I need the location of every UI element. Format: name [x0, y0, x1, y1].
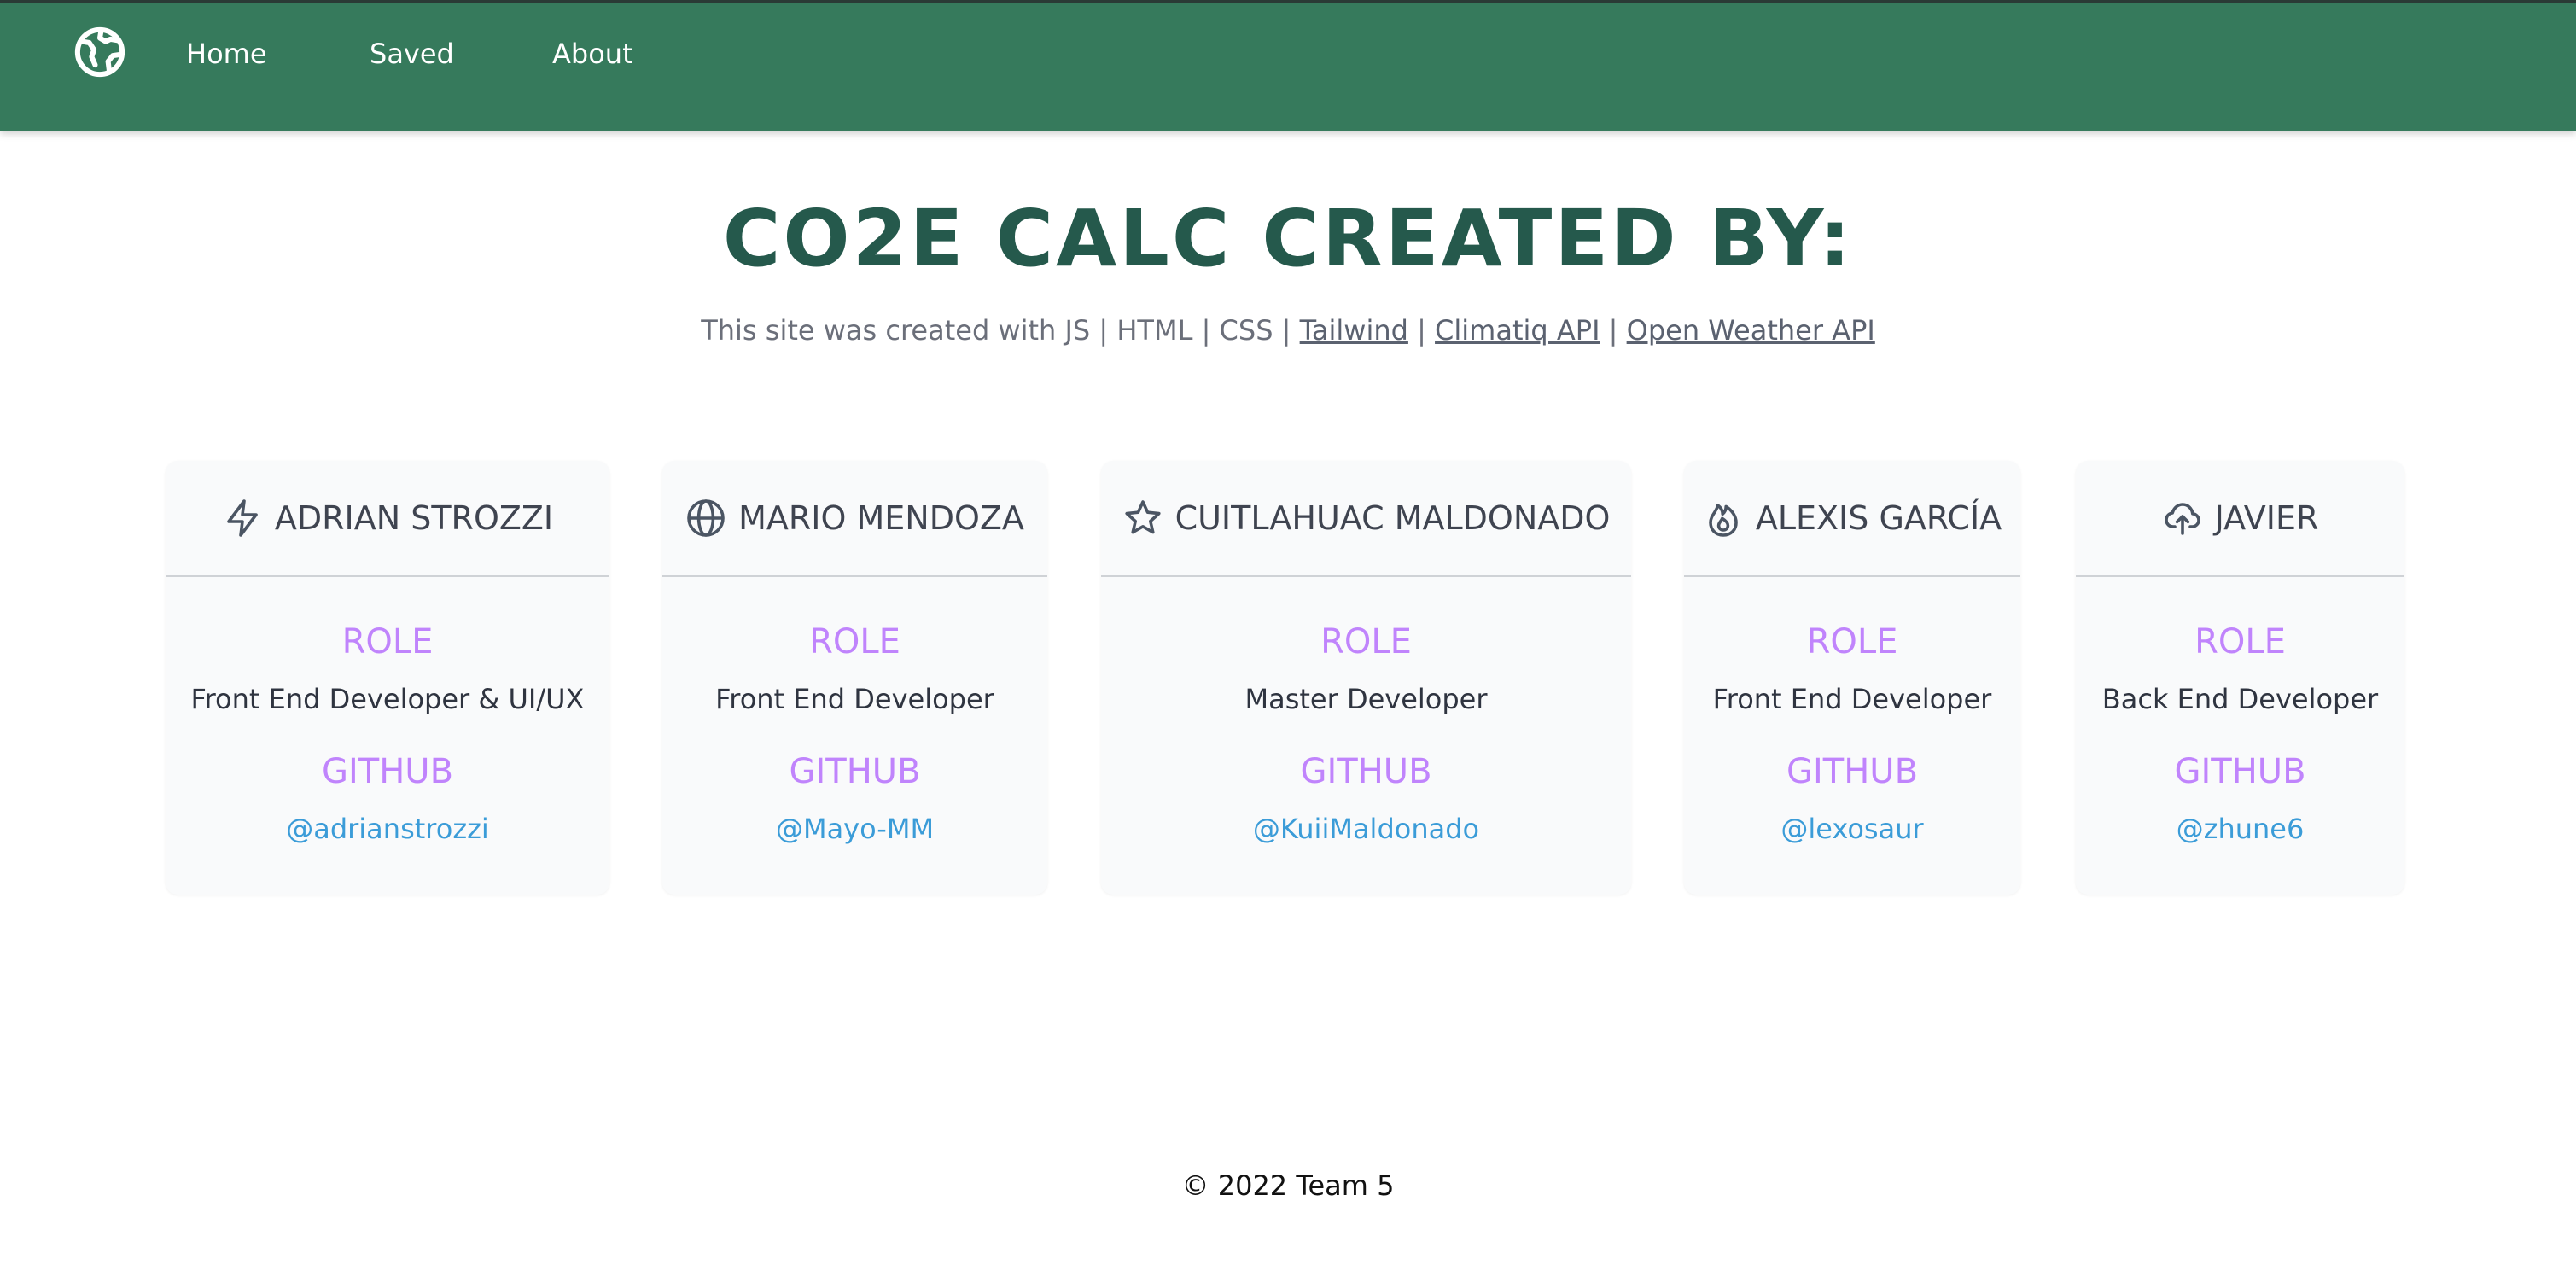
card-header: MARIO MENDOZA [662, 461, 1047, 577]
team-card-mario: MARIO MENDOZA ROLE Front End Developer G… [662, 461, 1047, 895]
role-label: ROLE [1320, 622, 1412, 662]
github-handle-link[interactable]: @Mayo-MM [662, 809, 1047, 848]
footer-copyright: © 2022 Team 5 [1181, 1169, 1395, 1202]
nav-link-home[interactable]: Home [186, 35, 267, 73]
role-value: Front End Developer & UI/UX [190, 683, 585, 715]
role-label: ROLE [809, 622, 900, 662]
card-header: JAVIER [2076, 461, 2404, 577]
github-handle-link[interactable]: @adrianstrozzi [166, 809, 609, 848]
github-label: GITHUB [1786, 752, 1919, 791]
page-title: CO2E CALC CREATED BY: [722, 193, 1854, 284]
role-value: Back End Developer [2101, 683, 2379, 715]
team-card-cuitlahuac: CUITLAHUAC MALDONADO ROLE Master Develop… [1101, 461, 1631, 895]
team-card-alexis: ALEXIS GARCÍA ROLE Front End Developer G… [1684, 461, 2020, 895]
lightning-bolt-icon [222, 498, 263, 539]
team-card-javier: JAVIER ROLE Back End Developer GITHUB @z… [2076, 461, 2404, 895]
role-value: Front End Developer [1712, 683, 1992, 715]
card-header: ADRIAN STROZZI [166, 461, 609, 577]
credits-separator: | [1417, 314, 1426, 347]
github-label: GITHUB [2174, 752, 2306, 791]
fire-icon [1703, 498, 1744, 539]
member-name: MARIO MENDOZA [738, 499, 1024, 537]
github-label: GITHUB [321, 752, 454, 791]
nav-link-saved[interactable]: Saved [370, 35, 454, 73]
climatiq-api-link[interactable]: Climatiq API [1435, 314, 1600, 347]
credits-prefix: This site was created with JS | HTML | C… [701, 314, 1291, 347]
credits-separator: | [1608, 314, 1618, 347]
github-label: GITHUB [1300, 752, 1432, 791]
github-handle-link[interactable]: @zhune6 [2076, 809, 2404, 848]
role-label: ROLE [2194, 622, 2286, 662]
role-value: Master Developer [1244, 683, 1488, 715]
card-header: ALEXIS GARCÍA [1684, 461, 2020, 577]
card-header: CUITLAHUAC MALDONADO [1101, 461, 1631, 577]
role-value: Front End Developer [715, 683, 994, 715]
cloud-upload-icon [2162, 498, 2203, 539]
role-label: ROLE [1806, 622, 1898, 662]
github-label: GITHUB [789, 752, 921, 791]
tech-credits: This site was created with JS | HTML | C… [0, 311, 2576, 350]
nav-link-about[interactable]: About [552, 35, 633, 73]
member-name: ALEXIS GARCÍA [1755, 499, 2002, 537]
team-card-adrian: ADRIAN STROZZI ROLE Front End Developer … [166, 461, 609, 895]
globe-icon [685, 498, 726, 539]
globe-americas-icon[interactable] [72, 24, 128, 80]
member-name: CUITLAHUAC MALDONADO [1174, 499, 1611, 537]
tailwind-link[interactable]: Tailwind [1300, 314, 1408, 347]
github-handle-link[interactable]: @KuiiMaldonado [1101, 809, 1631, 848]
github-handle-link[interactable]: @lexosaur [1684, 809, 2020, 848]
member-name: JAVIER [2214, 499, 2319, 537]
open-weather-api-link[interactable]: Open Weather API [1627, 314, 1875, 347]
star-icon [1122, 498, 1163, 539]
top-navbar: Home Saved About [0, 0, 2576, 131]
member-name: ADRIAN STROZZI [274, 499, 554, 537]
role-label: ROLE [341, 622, 434, 662]
